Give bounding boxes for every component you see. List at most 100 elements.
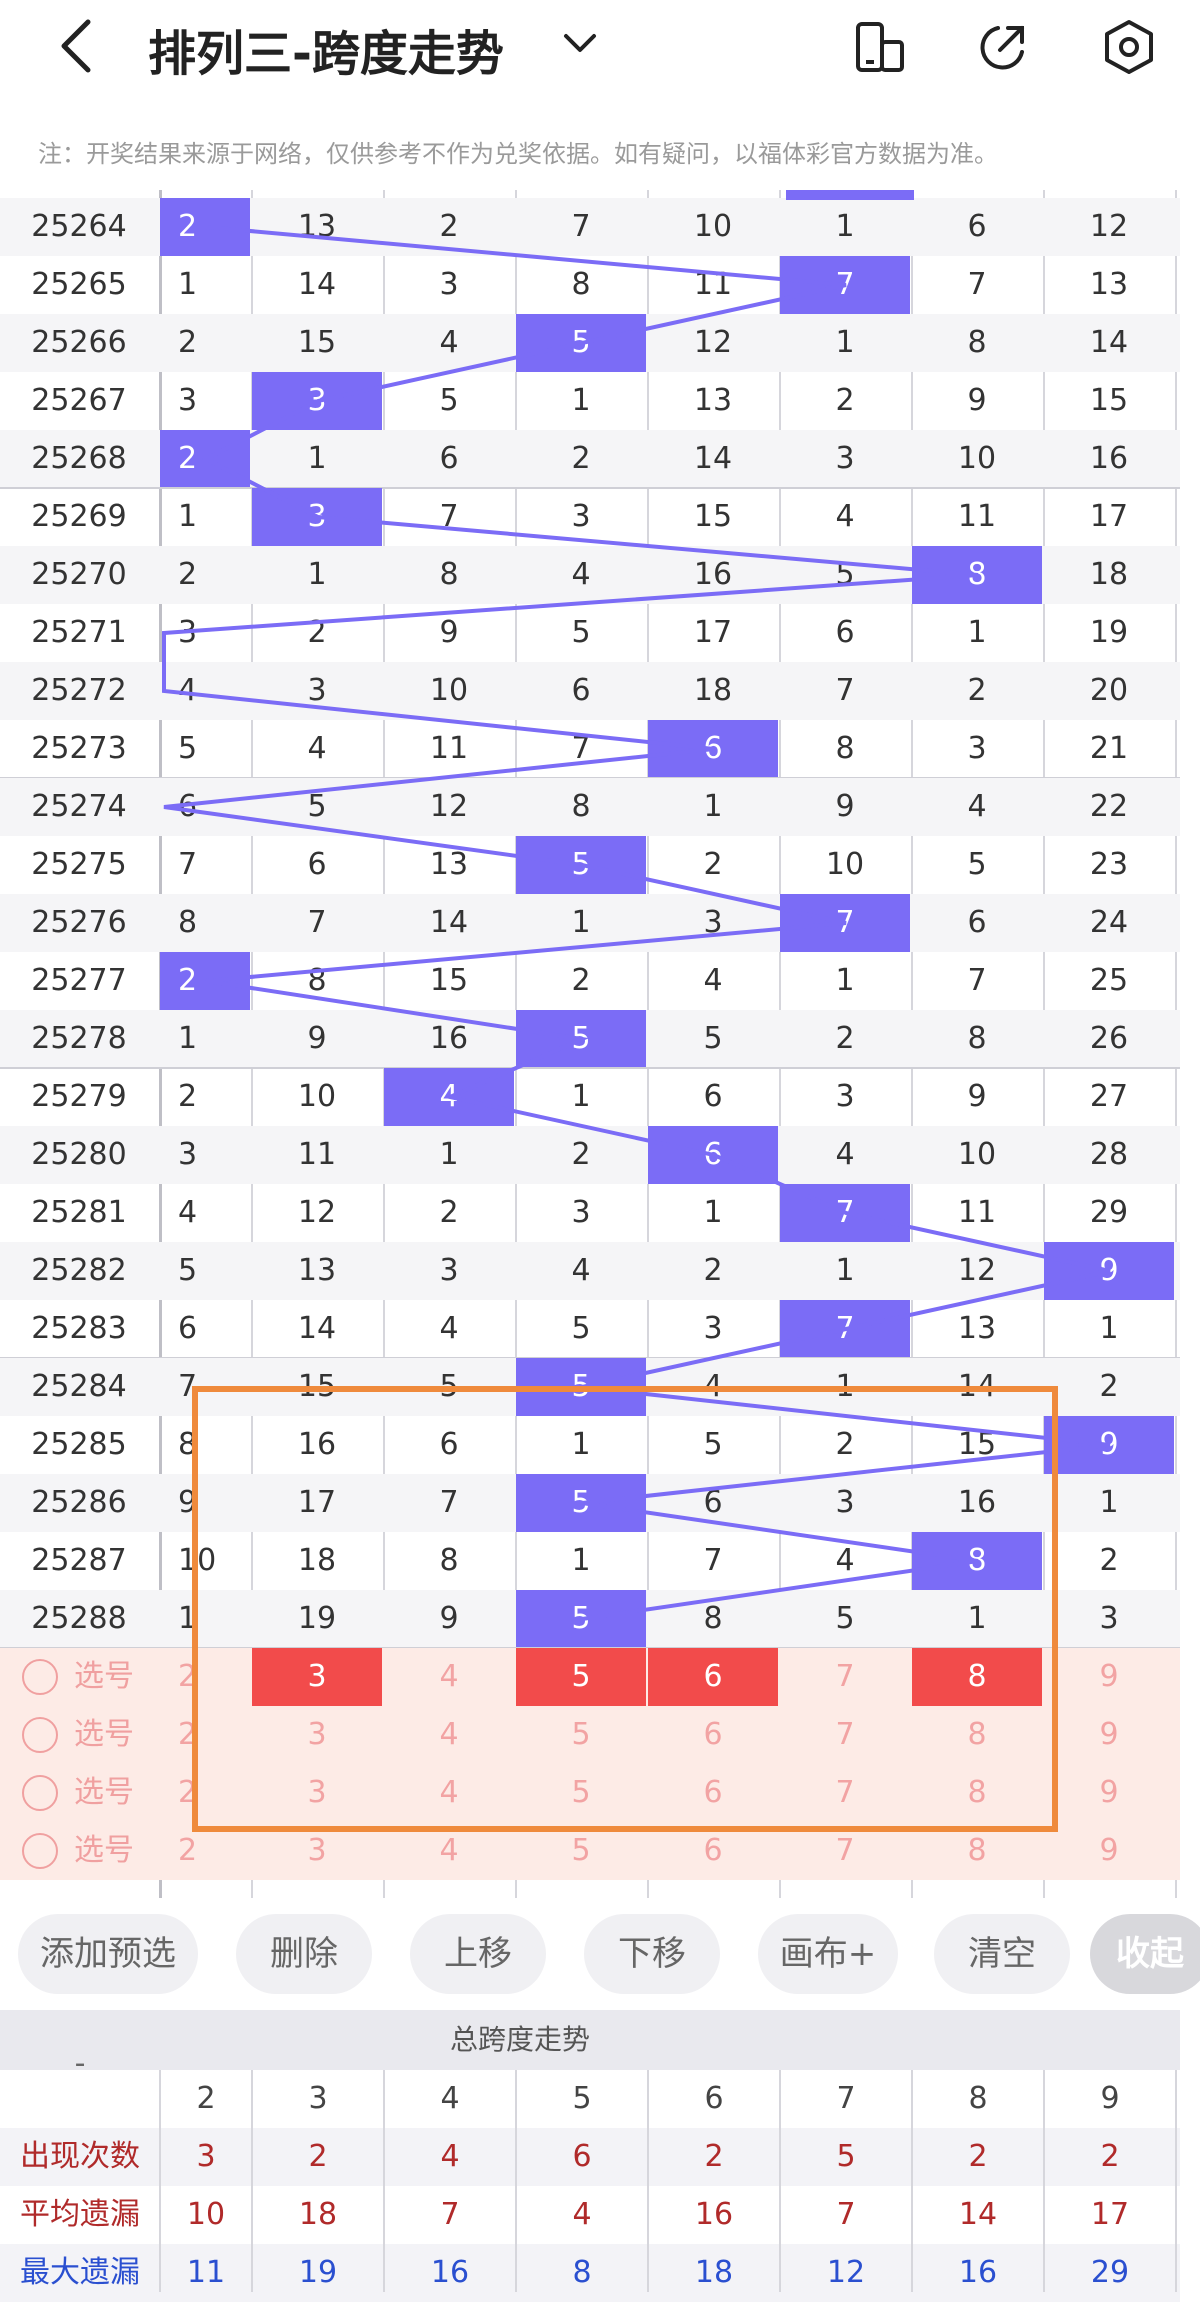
move-up-button[interactable]: 上移	[410, 1914, 546, 1994]
canvas-button[interactable]: 画布+	[758, 1914, 898, 1994]
hit-cell: 2	[160, 952, 250, 1010]
disclaimer-notice: 注：开奖结果来源于网络，仅供参考不作为兑奖依据。如有疑问，以福体彩官方数据为准。	[38, 140, 998, 168]
miss-cell: 1	[835, 1369, 855, 1404]
pick-cell-selected[interactable]: 8	[912, 1648, 1042, 1706]
miss-cell: 13	[1089, 267, 1129, 302]
miss-cell: 6	[703, 1079, 723, 1114]
miss-cell: 7	[967, 267, 987, 302]
add-preselect-button[interactable]: 添加预选	[18, 1914, 198, 1994]
table-row: 25275 7 6 13 5 2 10 5 23	[0, 836, 1180, 894]
miss-cell: 10	[957, 441, 997, 476]
pick-cell[interactable]: 5	[516, 1706, 646, 1764]
pick-cell[interactable]: 7	[780, 1822, 910, 1880]
miss-cell: 10	[693, 209, 733, 244]
miss-cell: 26	[1089, 1021, 1129, 1056]
pick-cell[interactable]: 2	[160, 1764, 250, 1822]
delete-button[interactable]: 删除	[236, 1914, 372, 1994]
pick-cell[interactable]: 4	[384, 1648, 514, 1706]
pick-cell[interactable]: 3	[252, 1764, 382, 1822]
table-row: 25267 3 3 5 1 13 2 9 15	[0, 372, 1180, 430]
pick-radio[interactable]	[22, 1775, 58, 1811]
table-row: 25279 2 10 4 1 6 3 9 27	[0, 1068, 1180, 1126]
collapse-button[interactable]: 收起	[1090, 1914, 1200, 1994]
share-icon[interactable]	[974, 20, 1030, 76]
table-row: 25285 8 16 6 1 5 2 15 9	[0, 1416, 1180, 1474]
pick-cell[interactable]: 6	[648, 1764, 778, 1822]
miss-cell: 2	[571, 1137, 591, 1172]
miss-cell: 12	[957, 1253, 997, 1288]
miss-cell: 11	[429, 731, 469, 766]
pick-cell[interactable]: 6	[648, 1822, 778, 1880]
chevron-down-icon[interactable]	[562, 28, 598, 58]
stats-value: 18	[298, 2197, 338, 2232]
miss-cell: 2	[439, 1195, 459, 1230]
pick-radio[interactable]	[22, 1833, 58, 1869]
pick-radio[interactable]	[22, 1717, 58, 1753]
pick-cell[interactable]: 2	[160, 1706, 250, 1764]
miss-cell: 24	[1089, 905, 1129, 940]
pick-cell-selected[interactable]: 6	[648, 1648, 778, 1706]
pick-cell[interactable]: 8	[912, 1706, 1042, 1764]
miss-cell: 12	[297, 1195, 337, 1230]
stats-value: 2	[704, 2139, 724, 2174]
period-cell: 25285	[31, 1427, 127, 1462]
miss-cell: 2	[835, 1021, 855, 1056]
miss-cell: 4	[439, 1311, 459, 1346]
device-rotate-icon[interactable]	[852, 20, 908, 76]
stats-panel: - 总跨度走势 2 3 4 5 6 7 8 9 出现次数 3 2 4 6 2 5 2 2 平均遗漏 10 18 7 4 16…	[0, 2010, 1200, 2302]
table-row: 25288 1 19 9 5 8 5 1 3	[0, 1590, 1180, 1648]
miss-cell: 7	[439, 1485, 459, 1520]
pick-cell[interactable]: 4	[384, 1764, 514, 1822]
period-cell: 25276	[31, 905, 127, 940]
hit-cell: 5	[516, 314, 646, 372]
pick-cell[interactable]: 3	[252, 1822, 382, 1880]
table-row: 25272 4 3 10 6 18 7 2 20	[0, 662, 1180, 720]
pick-cell[interactable]: 7	[780, 1764, 910, 1822]
pick-cell-selected[interactable]: 3	[252, 1648, 382, 1706]
hit-cell: 7	[780, 1300, 910, 1358]
table-row: 25269 1 3 7 3 15 4 11 17	[0, 488, 1180, 546]
pick-cell[interactable]: 5	[516, 1822, 646, 1880]
pick-cell[interactable]: 9	[1044, 1764, 1174, 1822]
miss-cell: 23	[1089, 847, 1129, 882]
miss-cell: 20	[1089, 673, 1129, 708]
pick-cell[interactable]: 9	[1044, 1822, 1174, 1880]
pick-cell[interactable]: 9	[1044, 1648, 1174, 1706]
miss-cell: 4	[178, 1195, 198, 1230]
table-row: 25276 8 7 14 1 3 7 6 24	[0, 894, 1180, 952]
period-cell: 25286	[31, 1485, 127, 1520]
clear-button[interactable]: 清空	[934, 1914, 1070, 1994]
period-cell: 25288	[31, 1601, 127, 1636]
miss-cell: 8	[703, 1601, 723, 1636]
miss-cell: 29	[1089, 1195, 1129, 1230]
back-icon[interactable]	[56, 18, 96, 74]
miss-cell: 5	[307, 789, 327, 824]
move-down-button[interactable]: 下移	[584, 1914, 720, 1994]
pick-cell[interactable]: 3	[252, 1706, 382, 1764]
pick-cell[interactable]: 8	[912, 1764, 1042, 1822]
pick-cell[interactable]: 8	[912, 1822, 1042, 1880]
pick-radio[interactable]	[22, 1659, 58, 1695]
settings-icon[interactable]	[1100, 18, 1158, 76]
pick-cell[interactable]: 4	[384, 1822, 514, 1880]
miss-cell: 6	[307, 847, 327, 882]
pick-cell[interactable]: 7	[780, 1648, 910, 1706]
table-row: 25280 3 11 1 2 6 4 10 28	[0, 1126, 1180, 1184]
pick-cell[interactable]: 2	[160, 1822, 250, 1880]
scroll-indicator[interactable]	[1180, 190, 1200, 1898]
pick-cell[interactable]: 4	[384, 1706, 514, 1764]
miss-cell: 1	[571, 1543, 591, 1578]
stats-value: 2	[968, 2139, 988, 2174]
stats-value: 19	[298, 2255, 338, 2290]
miss-cell: 10	[957, 1137, 997, 1172]
pick-cell[interactable]: 2	[160, 1648, 250, 1706]
miss-cell: 8	[571, 267, 591, 302]
table-row: 25273 5 4 11 7 6 8 3 21	[0, 720, 1180, 778]
pick-cell-selected[interactable]: 5	[516, 1648, 646, 1706]
pick-cell[interactable]: 7	[780, 1706, 910, 1764]
pick-cell[interactable]: 9	[1044, 1706, 1174, 1764]
stats-header: 2	[196, 2081, 216, 2116]
miss-cell: 13	[429, 847, 469, 882]
pick-cell[interactable]: 6	[648, 1706, 778, 1764]
pick-cell[interactable]: 5	[516, 1764, 646, 1822]
